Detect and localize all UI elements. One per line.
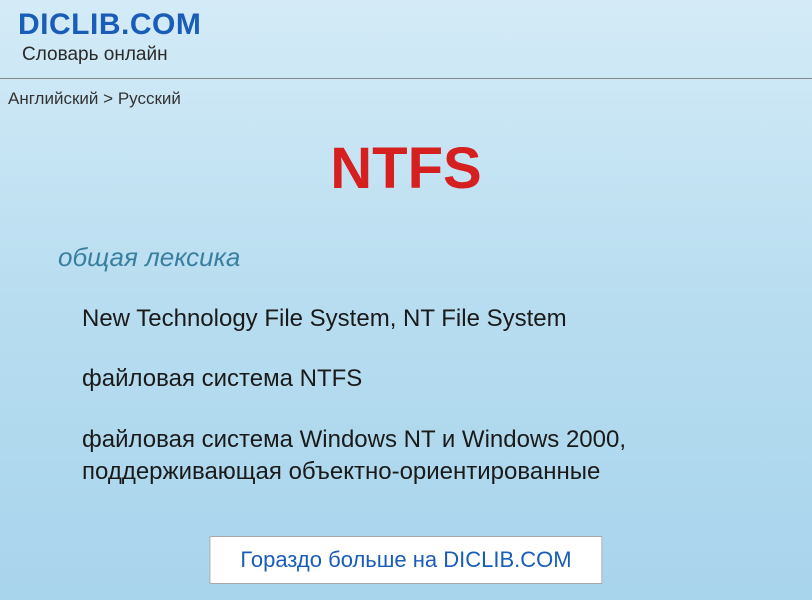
definition-item: New Technology File System, NT File Syst… — [82, 303, 764, 335]
breadcrumb-from[interactable]: Английский — [8, 89, 98, 108]
site-title[interactable]: DICLIB.COM — [18, 8, 802, 42]
subtitle: Словарь онлайн — [22, 44, 802, 66]
definition-item: файловая система NTFS — [82, 363, 764, 395]
breadcrumb: Английский > Русский — [0, 79, 812, 115]
entry-title: NTFS — [0, 135, 812, 202]
breadcrumb-to[interactable]: Русский — [118, 89, 181, 108]
more-button[interactable]: Гораздо больше на DICLIB.COM — [209, 536, 602, 584]
content: общая лексика New Technology File System… — [0, 242, 812, 489]
category-label: общая лексика — [58, 242, 764, 273]
definition-item: файловая система Windows NT и Windows 20… — [82, 424, 764, 489]
header: DICLIB.COM Словарь онлайн — [0, 0, 812, 70]
breadcrumb-separator: > — [103, 89, 113, 108]
